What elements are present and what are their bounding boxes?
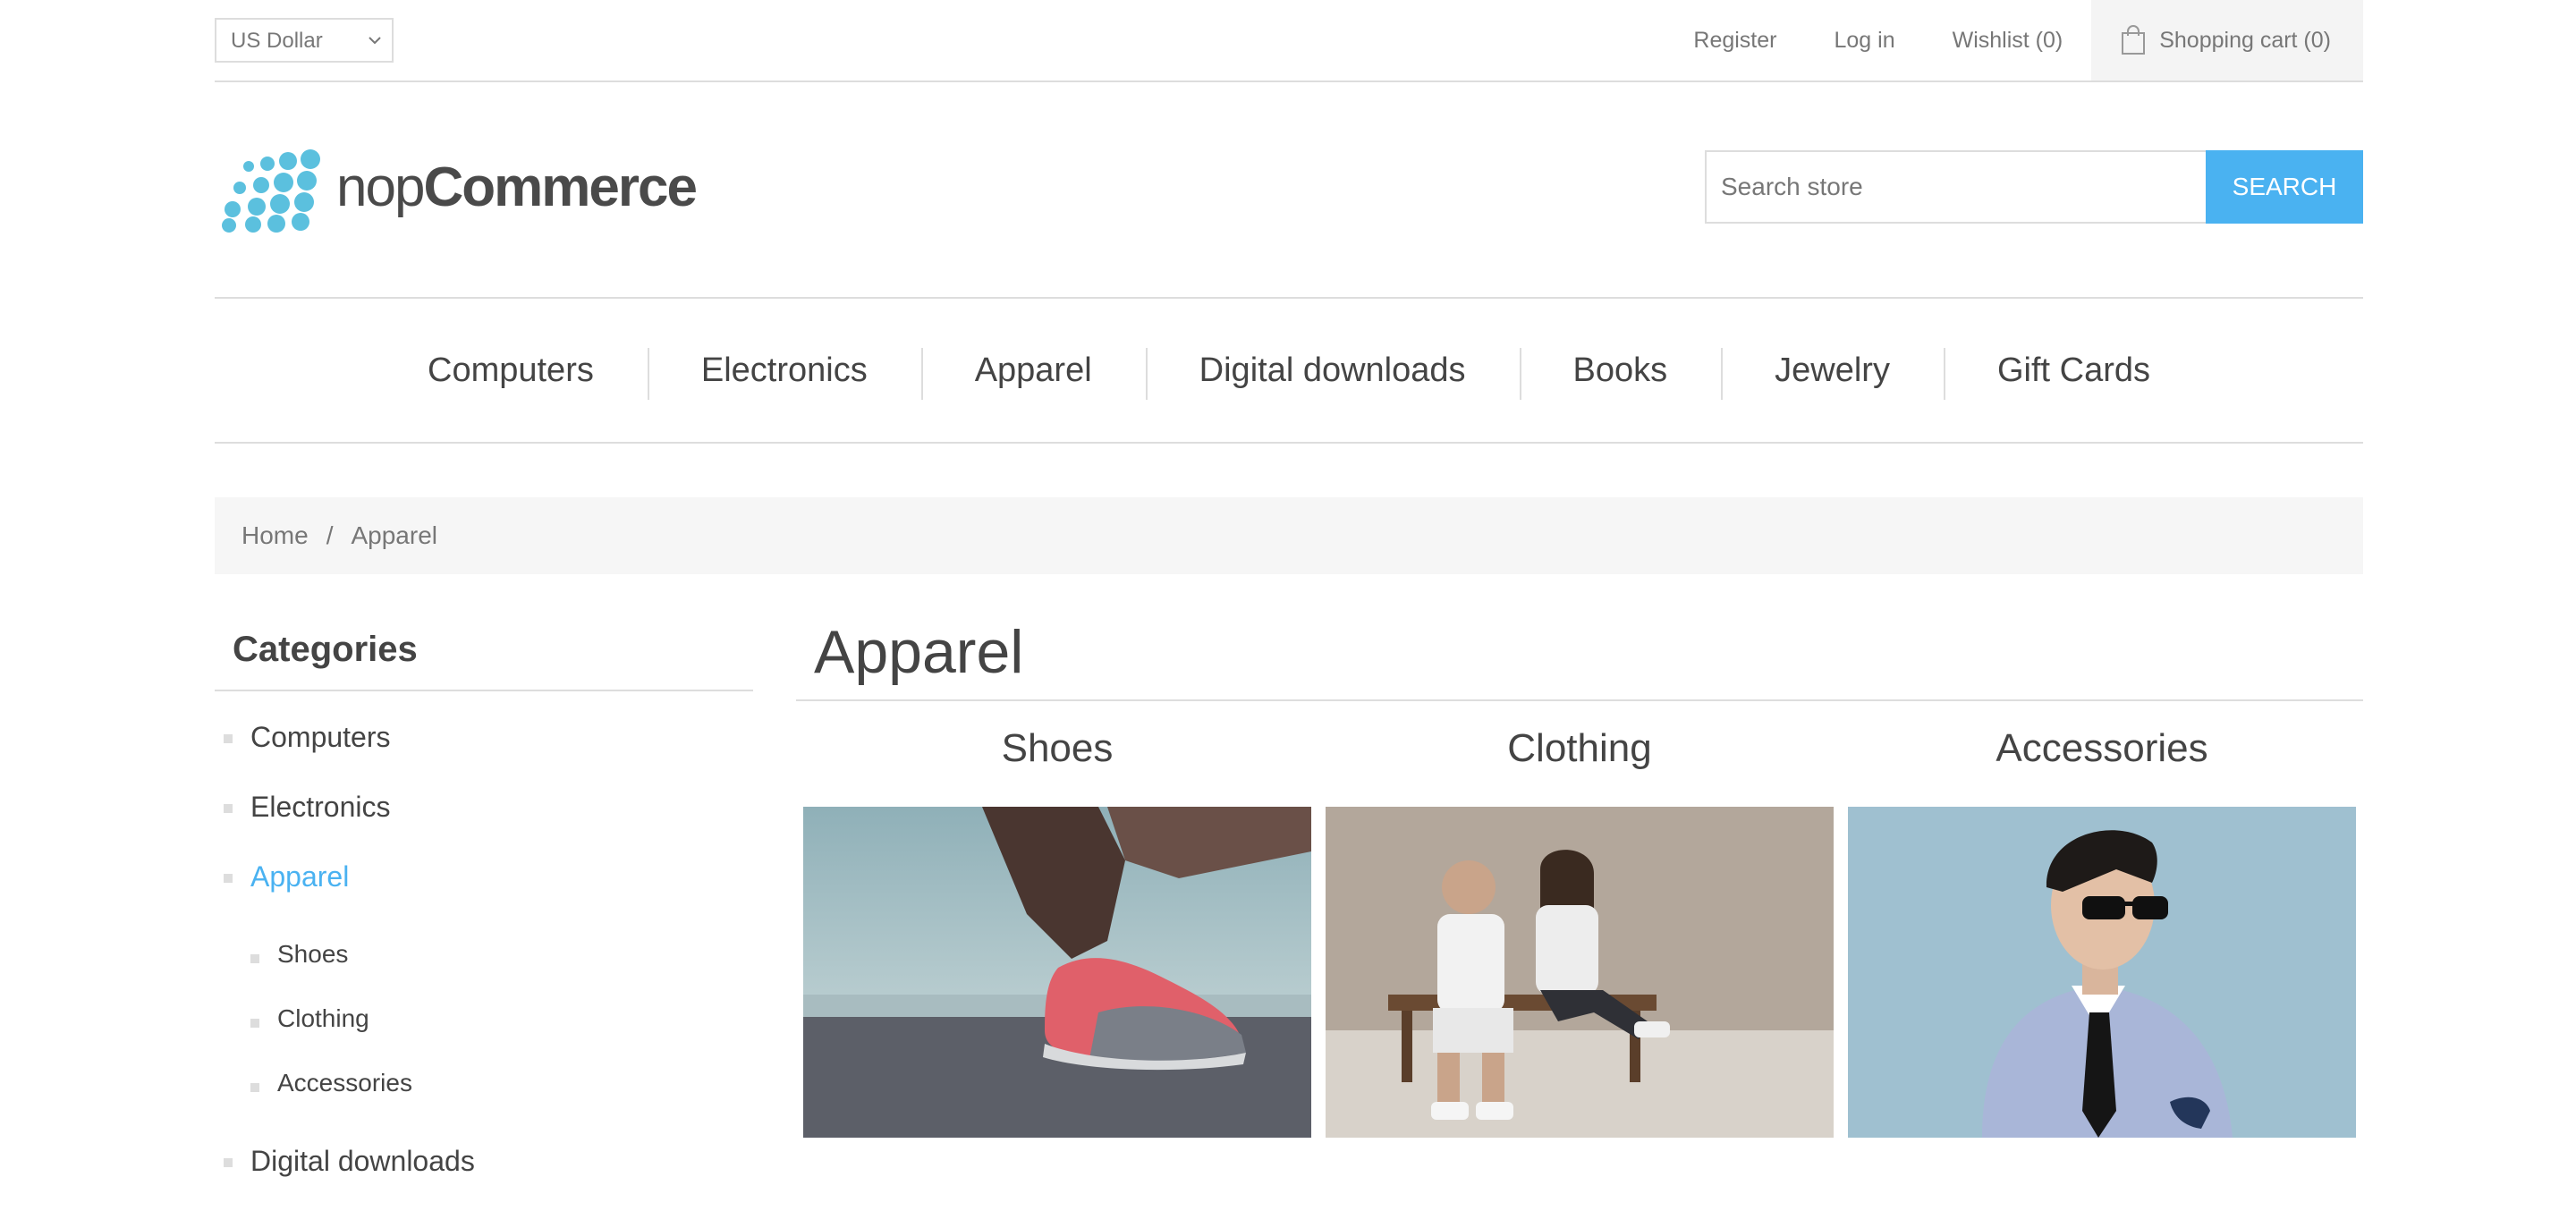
- subcategory-title[interactable]: Accessories: [1848, 726, 2356, 787]
- subcategory-title[interactable]: Clothing: [1326, 726, 1834, 787]
- logo-text-light: nop: [336, 157, 425, 218]
- store-logo[interactable]: nopCommerce: [218, 148, 698, 233]
- bullet-icon: [250, 954, 259, 963]
- sidebar-item-label: Apparel: [250, 860, 350, 893]
- sidebar-subitem-label: Accessories: [277, 1069, 412, 1097]
- sidebar-item-digital-downloads[interactable]: Digital downloads: [215, 1126, 753, 1196]
- sidebar-item-computers[interactable]: Computers: [215, 702, 753, 772]
- subcategory-grid: Shoes Clothing Accessories: [796, 726, 2363, 1138]
- shopping-cart-link[interactable]: Shopping cart (0): [2091, 0, 2363, 80]
- subcategory-title[interactable]: Shoes: [803, 726, 1311, 787]
- menu-item-books[interactable]: Books: [1519, 347, 1722, 400]
- menu-item-computers[interactable]: Computers: [374, 351, 648, 390]
- menu-item-jewelry[interactable]: Jewelry: [1721, 347, 1944, 400]
- sidebar-item-apparel[interactable]: Apparel: [215, 842, 753, 911]
- subcategory-item-clothing[interactable]: Clothing: [1326, 726, 1834, 1138]
- menu-item-digital-downloads[interactable]: Digital downloads: [1145, 347, 1520, 400]
- header-upper: US Dollar Register Log in Wishlist (0) S…: [215, 0, 2363, 82]
- sidebar-item-label: Electronics: [250, 790, 391, 823]
- sidebar-subitem-clothing[interactable]: Clothing: [215, 987, 753, 1051]
- sidebar-subitem-label: Clothing: [277, 1004, 369, 1032]
- wishlist-link[interactable]: Wishlist (0): [1953, 28, 2063, 54]
- sidebar-subitem-shoes[interactable]: Shoes: [215, 922, 753, 987]
- currency-selector[interactable]: US Dollar: [215, 18, 394, 63]
- bullet-icon: [224, 1158, 233, 1167]
- sidebar-subitem-accessories[interactable]: Accessories: [215, 1051, 753, 1115]
- subcategory-item-accessories[interactable]: Accessories: [1848, 726, 2356, 1138]
- accessories-image[interactable]: [1848, 807, 2356, 1138]
- sidebar-title: Categories: [215, 617, 753, 691]
- logo-text: nopCommerce: [336, 156, 698, 219]
- main-content: Apparel Shoes Clothing Accessories: [796, 617, 2363, 1138]
- shoes-image[interactable]: [803, 807, 1311, 1138]
- bullet-icon: [224, 804, 233, 813]
- page-title: Apparel: [796, 617, 2363, 701]
- breadcrumb-home[interactable]: Home: [242, 521, 309, 550]
- menu-item-gift-cards[interactable]: Gift Cards: [1943, 347, 2204, 400]
- menu-item-electronics[interactable]: Electronics: [647, 347, 921, 400]
- logo-dots-icon: [222, 149, 320, 233]
- sidebar-item-electronics[interactable]: Electronics: [215, 772, 753, 842]
- bullet-icon: [250, 1083, 259, 1092]
- sidebar-item-label: Digital downloads: [250, 1144, 475, 1177]
- search-box: SEARCH: [1705, 150, 2363, 224]
- sidebar: Categories Computers Electronics Apparel…: [215, 617, 753, 1196]
- chevron-down-icon: [369, 37, 381, 45]
- shopping-bag-icon: [2122, 25, 2146, 55]
- top-menu: Computers Electronics Apparel Digital do…: [215, 297, 2363, 444]
- search-input[interactable]: [1705, 150, 2206, 224]
- currency-value: US Dollar: [231, 29, 323, 53]
- clothing-image[interactable]: [1326, 807, 1834, 1138]
- bullet-icon: [224, 874, 233, 883]
- login-link[interactable]: Log in: [1834, 28, 1894, 54]
- subcategory-item-shoes[interactable]: Shoes: [803, 726, 1311, 1138]
- page: US Dollar Register Log in Wishlist (0) S…: [0, 0, 2576, 1211]
- category-list: Computers Electronics Apparel Shoes Clot…: [215, 691, 753, 1196]
- logo-text-bold: Commerce: [423, 157, 697, 218]
- bullet-icon: [250, 1019, 259, 1028]
- shopping-cart-label: Shopping cart (0): [2159, 27, 2331, 53]
- subcategory-list: Shoes Clothing Accessories: [215, 911, 753, 1126]
- breadcrumb: Home / Apparel: [215, 497, 2363, 574]
- breadcrumb-current: Apparel: [351, 521, 437, 549]
- breadcrumb-separator: /: [326, 521, 334, 549]
- sidebar-subitem-label: Shoes: [277, 940, 349, 968]
- search-button[interactable]: SEARCH: [2206, 150, 2363, 224]
- menu-item-apparel[interactable]: Apparel: [920, 347, 1146, 400]
- sidebar-item-label: Computers: [250, 720, 391, 753]
- bullet-icon: [224, 734, 233, 743]
- header-links: Register Log in Wishlist (0) Shopping ca…: [1693, 0, 2363, 80]
- register-link[interactable]: Register: [1693, 28, 1776, 54]
